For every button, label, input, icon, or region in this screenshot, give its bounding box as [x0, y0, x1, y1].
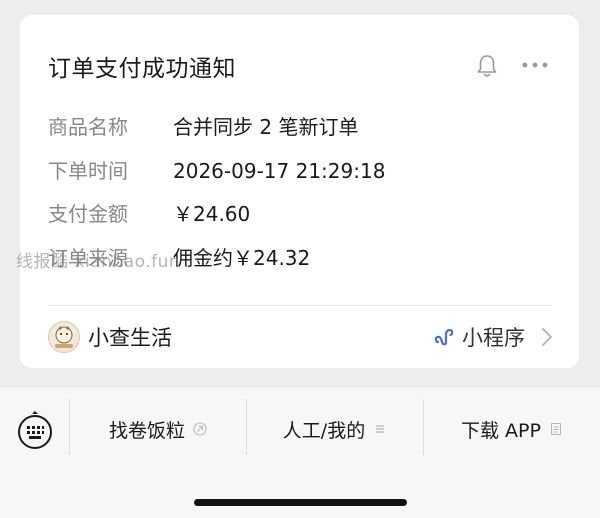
bottom-menu-bar: 找卷饭粒 人工/我的 下载 APP: [0, 386, 600, 518]
avatar: [48, 321, 80, 353]
brand-link[interactable]: 小查生活: [48, 320, 172, 354]
more-icon[interactable]: [520, 55, 550, 75]
row-label: 商品名称: [48, 115, 128, 139]
chevron-right-icon: [542, 328, 552, 346]
row-value: ￥24.60: [173, 202, 251, 226]
list-icon: [376, 425, 385, 433]
menu-item-label: 下载 APP: [461, 419, 541, 442]
link-icon: [193, 422, 207, 436]
bell-icon[interactable]: [476, 53, 498, 79]
card-divider: [48, 305, 551, 306]
mini-program-label: 小程序: [462, 326, 525, 350]
row-value: 佣金约￥24.32: [173, 246, 311, 270]
mini-program-icon: [434, 328, 454, 346]
menu-item-download[interactable]: 下载 APP: [424, 414, 600, 444]
row-value: 2026-09-17 21:29:18: [173, 159, 386, 183]
doc-icon: [550, 423, 561, 435]
menu-item-service[interactable]: 人工/我的: [247, 414, 423, 444]
notification-card[interactable]: 订单支付成功通知 商品名称 合并同步 2 笔新订单 下单时间 2026-09-1…: [20, 15, 579, 368]
home-indicator: [194, 499, 407, 506]
row-value: 合并同步 2 笔新订单: [173, 115, 359, 139]
row-label: 下单时间: [48, 159, 128, 183]
brand-name: 小查生活: [88, 326, 172, 350]
menu-item-coupons[interactable]: 找卷饭粒: [70, 414, 246, 444]
watermark-text: 线报酷 xianbao.fun: [16, 252, 181, 272]
mini-program-link[interactable]: 小程序: [432, 320, 553, 354]
row-label: 支付金额: [48, 202, 128, 226]
card-title: 订单支付成功通知: [48, 56, 236, 82]
menu-item-label: 找卷饭粒: [108, 419, 185, 442]
keyboard-icon[interactable]: [17, 409, 53, 451]
menu-item-label: 人工/我的: [282, 419, 366, 442]
